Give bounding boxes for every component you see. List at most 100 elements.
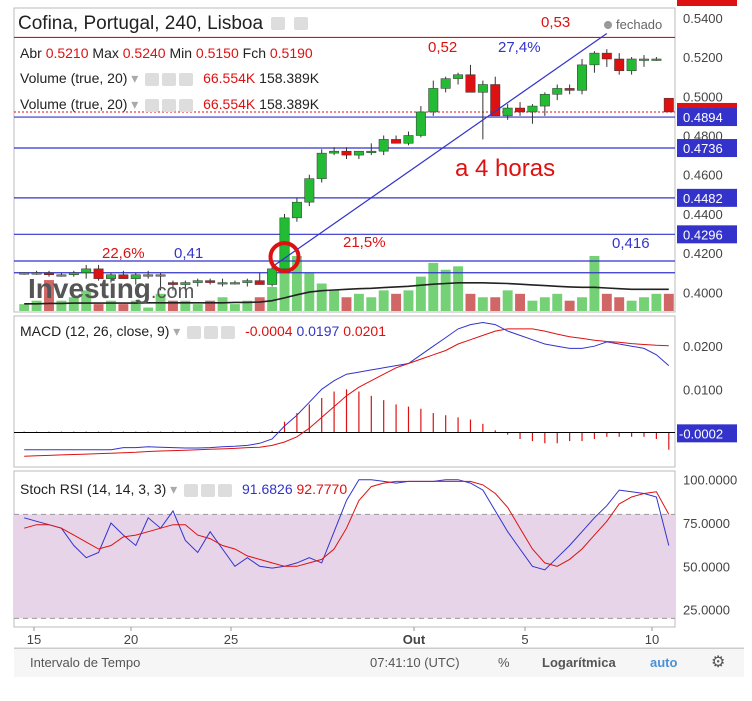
volume-bar bbox=[639, 297, 649, 311]
stoch-y-tick-label: 75.0000 bbox=[683, 516, 730, 531]
volume-bar bbox=[589, 256, 600, 311]
price-tag-label: 0.4296 bbox=[683, 227, 723, 242]
stoch-y-tick-label: 100.0000 bbox=[683, 473, 737, 488]
x-tick-label: 25 bbox=[224, 632, 238, 647]
candle-up bbox=[415, 111, 426, 136]
volume-bar bbox=[490, 297, 501, 311]
price-tag-label: 0.4736 bbox=[683, 141, 723, 156]
stoch-d-value: 92.7770 bbox=[296, 481, 348, 497]
volume-bar bbox=[614, 297, 625, 311]
auto-button[interactable]: auto bbox=[650, 655, 677, 670]
a4horas-label: a 4 horas bbox=[455, 155, 555, 182]
volume-bar bbox=[663, 293, 674, 311]
macd-value: 0.0197 bbox=[296, 323, 340, 339]
settings-icon[interactable] bbox=[271, 17, 286, 31]
candle-up bbox=[316, 152, 327, 179]
volume-row-1[interactable]: Volume (true, 20) ▾ 66.554K 158.389K bbox=[20, 70, 319, 87]
volume-bar bbox=[254, 297, 265, 311]
volume-bar bbox=[316, 283, 327, 311]
volume-bar bbox=[601, 293, 612, 311]
volume-bar bbox=[552, 293, 563, 311]
candle-down bbox=[663, 97, 674, 113]
percent-button[interactable]: % bbox=[498, 655, 510, 670]
volume-bar bbox=[118, 304, 129, 311]
candle-up bbox=[217, 282, 228, 285]
macd-y-tick-label: 0.0200 bbox=[683, 339, 723, 354]
interval-button[interactable]: Intervalo de Tempo bbox=[30, 655, 140, 670]
candle-down bbox=[205, 280, 216, 283]
candle-down bbox=[515, 107, 526, 113]
eye-icon[interactable] bbox=[145, 72, 160, 86]
volume-bar bbox=[229, 304, 240, 311]
gear-icon[interactable] bbox=[204, 325, 219, 339]
gear-icon[interactable] bbox=[162, 98, 177, 112]
eye-icon[interactable] bbox=[187, 325, 202, 339]
volume-bar bbox=[440, 269, 451, 311]
volume-bar bbox=[353, 293, 364, 311]
close-icon[interactable] bbox=[221, 325, 236, 339]
volume-bar bbox=[403, 290, 414, 311]
price-tag-label: 0.4894 bbox=[683, 110, 723, 125]
stoch-k-value: 91.6826 bbox=[242, 481, 293, 497]
volume-bar bbox=[217, 297, 228, 311]
gear-icon[interactable] bbox=[162, 72, 177, 86]
settings-gear-icon[interactable]: ⚙ bbox=[711, 652, 725, 672]
candle-down bbox=[601, 52, 612, 60]
candle-up bbox=[440, 78, 451, 89]
close-icon[interactable] bbox=[179, 98, 194, 112]
stoch-y-tick-label: 50.0000 bbox=[683, 559, 730, 574]
close-icon[interactable] bbox=[218, 483, 233, 497]
stoch-header[interactable]: Stoch RSI (14, 14, 3, 3) ▾ 91.6826 92.77… bbox=[20, 481, 347, 498]
open-value: 0.5210 bbox=[45, 45, 89, 61]
candle-up bbox=[589, 52, 600, 66]
macd-hist-value: -0.0004 bbox=[245, 323, 293, 339]
macd-header[interactable]: MACD (12, 26, close, 9) ▾ -0.0004 0.0197… bbox=[20, 323, 386, 340]
volume-bar bbox=[93, 304, 104, 311]
x-tick-label: 10 bbox=[645, 632, 659, 647]
x-tick-label: Out bbox=[403, 632, 426, 647]
candle-up bbox=[229, 282, 240, 285]
volume-bar bbox=[515, 293, 526, 311]
pct-top-label: 27,4% bbox=[498, 39, 541, 56]
log-button[interactable]: Logarítmica bbox=[542, 655, 616, 670]
gear-icon[interactable] bbox=[293, 17, 308, 31]
macd-signal-value: 0.0201 bbox=[343, 323, 387, 339]
bottom-toolbar: Intervalo de Tempo 07:41:10 (UTC) % Loga… bbox=[14, 648, 744, 677]
status-dot-icon bbox=[604, 21, 612, 29]
candle-down bbox=[614, 58, 625, 72]
macd-tag-label: -0.0002 bbox=[679, 426, 723, 441]
val-041-label: 0,41 bbox=[174, 245, 203, 262]
candle-down bbox=[254, 280, 265, 285]
volume-bar bbox=[539, 297, 550, 311]
volume-row-2[interactable]: Volume (true, 20) ▾ 66.554K 158.389K bbox=[20, 96, 319, 113]
x-tick-label: 20 bbox=[124, 632, 138, 647]
candle-down bbox=[465, 74, 476, 93]
clock-label: 07:41:10 (UTC) bbox=[370, 655, 460, 670]
volume-bar bbox=[502, 290, 513, 311]
chart-title-row: Cofina, Portugal, 240, Lisboa bbox=[18, 13, 308, 35]
x-tick-label: 5 bbox=[521, 632, 528, 647]
gear-icon[interactable] bbox=[201, 483, 216, 497]
volume-bar bbox=[378, 290, 389, 311]
main-y-tick-label: 0.5000 bbox=[683, 89, 723, 104]
candle-down bbox=[391, 139, 402, 144]
price-tag-label: 0.4482 bbox=[683, 191, 723, 206]
volume-bar bbox=[329, 290, 340, 311]
close-icon[interactable] bbox=[179, 72, 194, 86]
volume-bar bbox=[19, 304, 30, 311]
chart-root: a 4 horas 22,6% 0,41 21,5% 0,416 0,52 27,4% 0,5… bbox=[0, 0, 752, 696]
market-status: fechado bbox=[604, 17, 662, 32]
volume-bar bbox=[465, 293, 476, 311]
volume-bar bbox=[577, 297, 587, 311]
volume-bar bbox=[366, 297, 377, 311]
eye-icon[interactable] bbox=[145, 98, 160, 112]
candle-up bbox=[651, 58, 662, 61]
val-052-label: 0,52 bbox=[428, 39, 457, 56]
candle-up bbox=[378, 139, 389, 152]
price-tag-top-label: 0.5400 bbox=[683, 11, 723, 26]
candle-up bbox=[527, 105, 538, 113]
eye-icon[interactable] bbox=[184, 483, 199, 497]
candle-up bbox=[453, 74, 464, 79]
volume-bar bbox=[415, 276, 426, 311]
close-value: 0.5190 bbox=[269, 45, 313, 61]
